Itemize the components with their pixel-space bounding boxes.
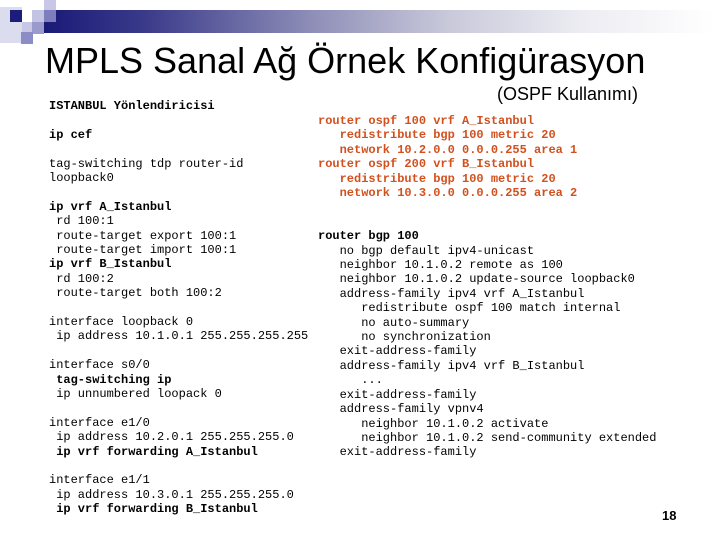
config-line: neighbor 10.1.0.2 remote as 100 [318,258,563,273]
config-line: ip address 10.1.0.1 255.255.255.255 [49,329,309,344]
config-line: network 10.2.0.0 0.0.0.255 area 1 [318,142,578,157]
config-line: redistribute bgp 100 metric 20 [318,128,556,143]
config-line [49,344,308,358]
config-line: loopback0 [49,171,114,185]
config-line: tag-switching ip [49,372,172,387]
config-line: exit-address-family [318,445,477,460]
decor-square [44,0,56,10]
config-line: ISTANBUL Yönlendiricisi [49,99,215,113]
config-line [49,401,308,415]
config-line: ip address 10.2.0.1 255.255.255.0 [49,430,294,445]
page-number: 18 [662,508,677,523]
config-line: no synchronization [318,330,491,345]
config-line: router bgp 100 [318,229,419,244]
config-line [49,301,308,315]
config-line: ip vrf forwarding A_Istanbul [49,444,258,459]
config-line: neighbor 10.1.0.2 activate [318,416,549,431]
config-line [318,215,656,229]
config-line: route-target both 100:2 [49,286,222,301]
decor-square [32,22,44,34]
config-line: ip cef [49,127,93,142]
config-line: redistribute ospf 100 match internal [318,301,621,316]
decor-square [32,10,44,22]
config-line: neighbor 10.1.0.2 update-source loopback… [318,272,635,287]
decor-square [44,10,56,22]
config-line: address-family ipv4 vrf A_Istanbul [318,286,585,301]
config-line: address-family ipv4 vrf B_Istanbul [318,358,585,373]
config-line [49,113,308,127]
config-line: ... [318,373,383,388]
config-line: exit-address-family [318,344,477,359]
config-line: interface loopback 0 [49,315,194,330]
config-line: no bgp default ipv4-unicast [318,243,535,258]
config-line [49,142,308,156]
decor-square [21,32,33,44]
config-line: tag-switching tdp router-id [49,156,244,171]
config-line [49,185,308,199]
config-line: interface e1/0 [49,415,150,430]
config-line: ip unnumbered loopack 0 [49,387,222,402]
config-line: rd 100:1 [49,214,114,229]
slide-title: MPLS Sanal Ağ Örnek Konfigürasyon [45,40,646,81]
config-line: no auto-summary [318,315,470,330]
slide-subtitle: (OSPF Kullanımı) [497,84,639,104]
istanbul-router-config: ISTANBUL Yönlendiricisi ip cef tag-switchi… [49,99,308,517]
config-line: ip address 10.3.0.1 255.255.255.0 [49,487,294,502]
config-line: neighbor 10.1.0.2 send-community extende… [318,430,657,445]
config-line: interface s0/0 [49,358,150,373]
config-line: address-family vpnv4 [318,402,484,417]
config-line: network 10.3.0.0 0.0.0.255 area 2 [318,186,578,201]
header-gradient-bar [44,10,714,33]
config-line: ip vrf B_Istanbul [49,257,172,272]
routing-protocol-config: router ospf 100 vrf A_Istanbul redistrib… [318,114,656,460]
config-line: router ospf 100 vrf A_Istanbul [318,114,535,128]
config-line: interface e1/1 [49,473,150,488]
config-line: redistribute bgp 100 metric 20 [318,171,556,186]
config-line: exit-address-family [318,387,477,402]
config-line: route-target export 100:1 [49,228,237,243]
config-line: ip vrf A_Istanbul [49,199,172,214]
config-line: ip vrf forwarding B_Istanbul [49,502,258,517]
config-line: route-target import 100:1 [49,243,237,258]
config-line: router ospf 200 vrf B_Istanbul [318,157,535,172]
config-line [49,459,308,473]
config-line [318,200,656,214]
decor-square [10,10,22,22]
config-line: rd 100:2 [49,271,114,286]
